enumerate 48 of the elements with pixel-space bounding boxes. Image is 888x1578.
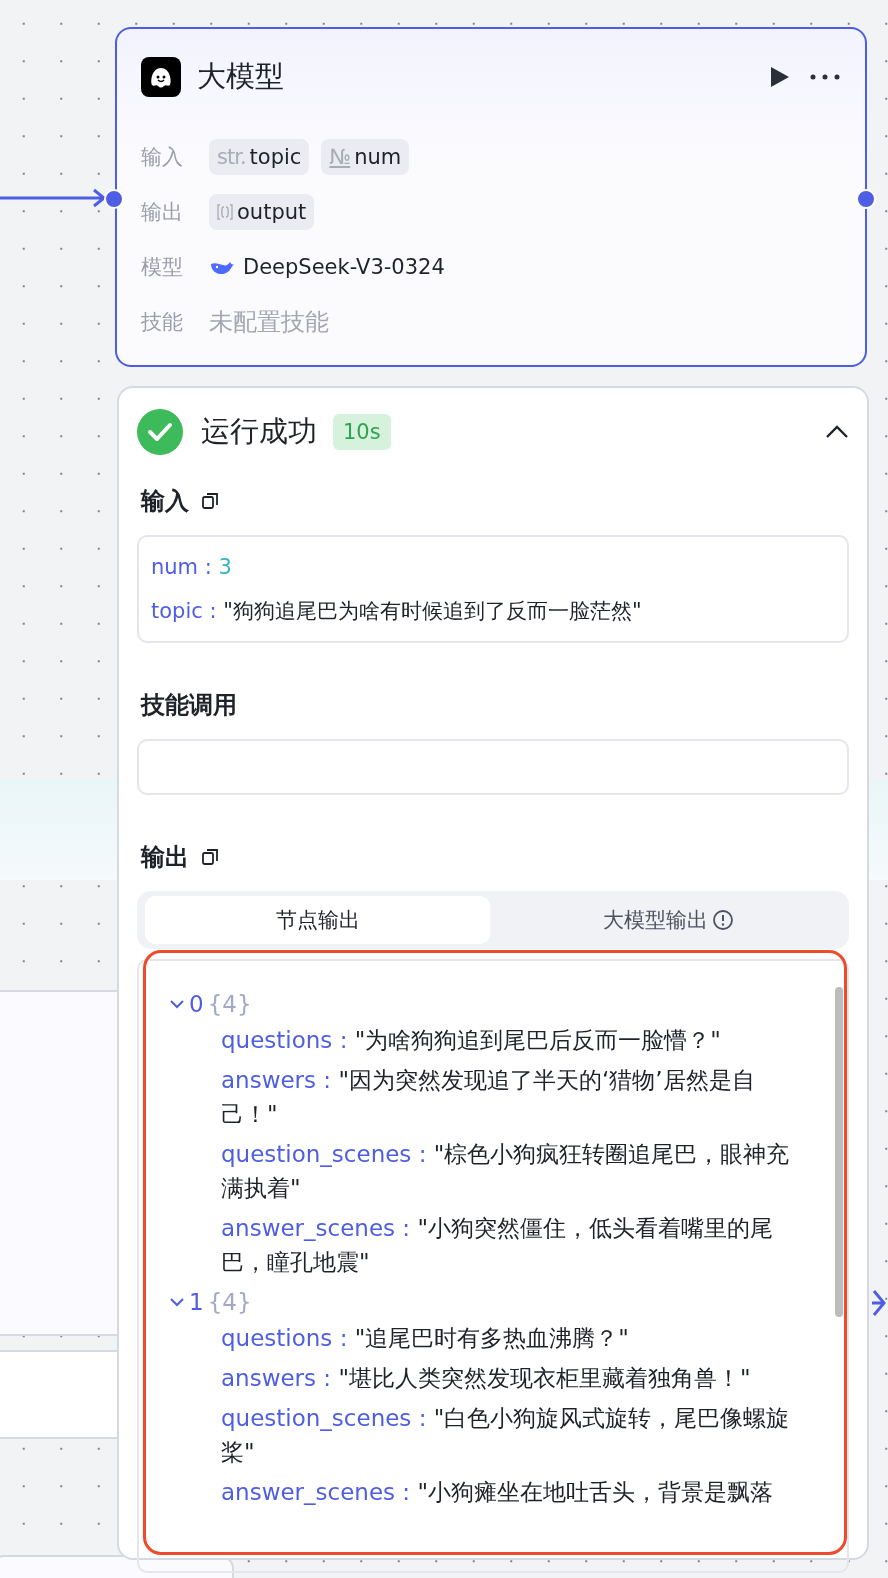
- output-entry: questions : "追尾巴时有多热血沸腾？": [220, 1324, 630, 1353]
- section-title: 输出: [141, 842, 189, 873]
- scrollbar[interactable]: [835, 987, 843, 1317]
- output-entry: questions : "为啥狗狗追到尾巴后反而一脸懵？": [220, 1026, 722, 1055]
- param-tag: str. topic: [209, 138, 310, 175]
- run-icon[interactable]: [769, 65, 791, 89]
- ghost-icon: [141, 57, 181, 97]
- row-label: 模型: [141, 253, 184, 281]
- chevron-down-icon[interactable]: [169, 1296, 185, 1308]
- output-entry: answer_scenes : "小狗瘫坐在地吐舌头，背景是飘落: [220, 1478, 775, 1507]
- copy-icon[interactable]: [201, 848, 219, 866]
- param-tag: № num: [321, 138, 410, 175]
- tab[interactable]: 节点输出: [145, 896, 490, 944]
- output-entry: answer_scenes : "小狗突然僵住，低头看着嘴里的尾巴，瞳孔地震": [220, 1214, 775, 1277]
- output-entry: question_scenes : "白色小狗旋风式旋转，尾巴像螺旋桨": [220, 1404, 791, 1467]
- node-title: 大模型: [197, 58, 284, 95]
- duration-badge: 10s: [333, 414, 391, 450]
- row-label: 输出: [141, 198, 184, 226]
- model-name: DeepSeek-V3-0324: [243, 254, 445, 279]
- section-title: 输入: [141, 486, 189, 517]
- output-entry: answers : "堪比人类突然发现衣柜里藏着独角兽！": [220, 1364, 752, 1393]
- tree-index: 0: [189, 991, 204, 1017]
- copy-icon[interactable]: [201, 492, 219, 510]
- success-icon: [137, 409, 183, 455]
- skill-value: 未配置技能: [209, 306, 329, 338]
- item-count: {4}: [207, 991, 252, 1017]
- tree-index: 1: [189, 1289, 204, 1315]
- field-key: topic :: [151, 599, 217, 623]
- param-tag: output: [209, 193, 315, 230]
- row-label: 技能: [141, 308, 184, 336]
- port-handle[interactable]: [856, 189, 876, 209]
- item-count: {4}: [207, 1289, 252, 1315]
- section-title: 技能调用: [141, 690, 237, 721]
- node-card[interactable]: 大模型 输入 str. topic № num 输出 output 模型 DeepSeek-V3-0324 技能 未配置技能: [115, 27, 867, 367]
- field-key: num :: [151, 555, 212, 579]
- field-value: "狗狗追尾巴为啥有时候追到了反而一脸茫然": [223, 599, 642, 623]
- output-entry: question_scenes : "棕色小狗疯狂转圈追尾巴，眼神充满执着": [220, 1140, 791, 1203]
- tab[interactable]: 大模型输出: [496, 896, 841, 944]
- more-icon[interactable]: [809, 73, 841, 81]
- chevron-down-icon[interactable]: [169, 998, 185, 1010]
- chevron-up-icon[interactable]: [825, 425, 849, 439]
- field-value: 3: [218, 555, 232, 579]
- output-entry: answers : "因为突然发现追了半天的‘猎物’居然是自己！": [220, 1066, 756, 1129]
- port-handle[interactable]: [104, 189, 124, 209]
- row-label: 输入: [141, 143, 184, 171]
- info-icon[interactable]: [712, 909, 734, 931]
- object-icon: [217, 202, 233, 221]
- status-text: 运行成功: [201, 413, 317, 450]
